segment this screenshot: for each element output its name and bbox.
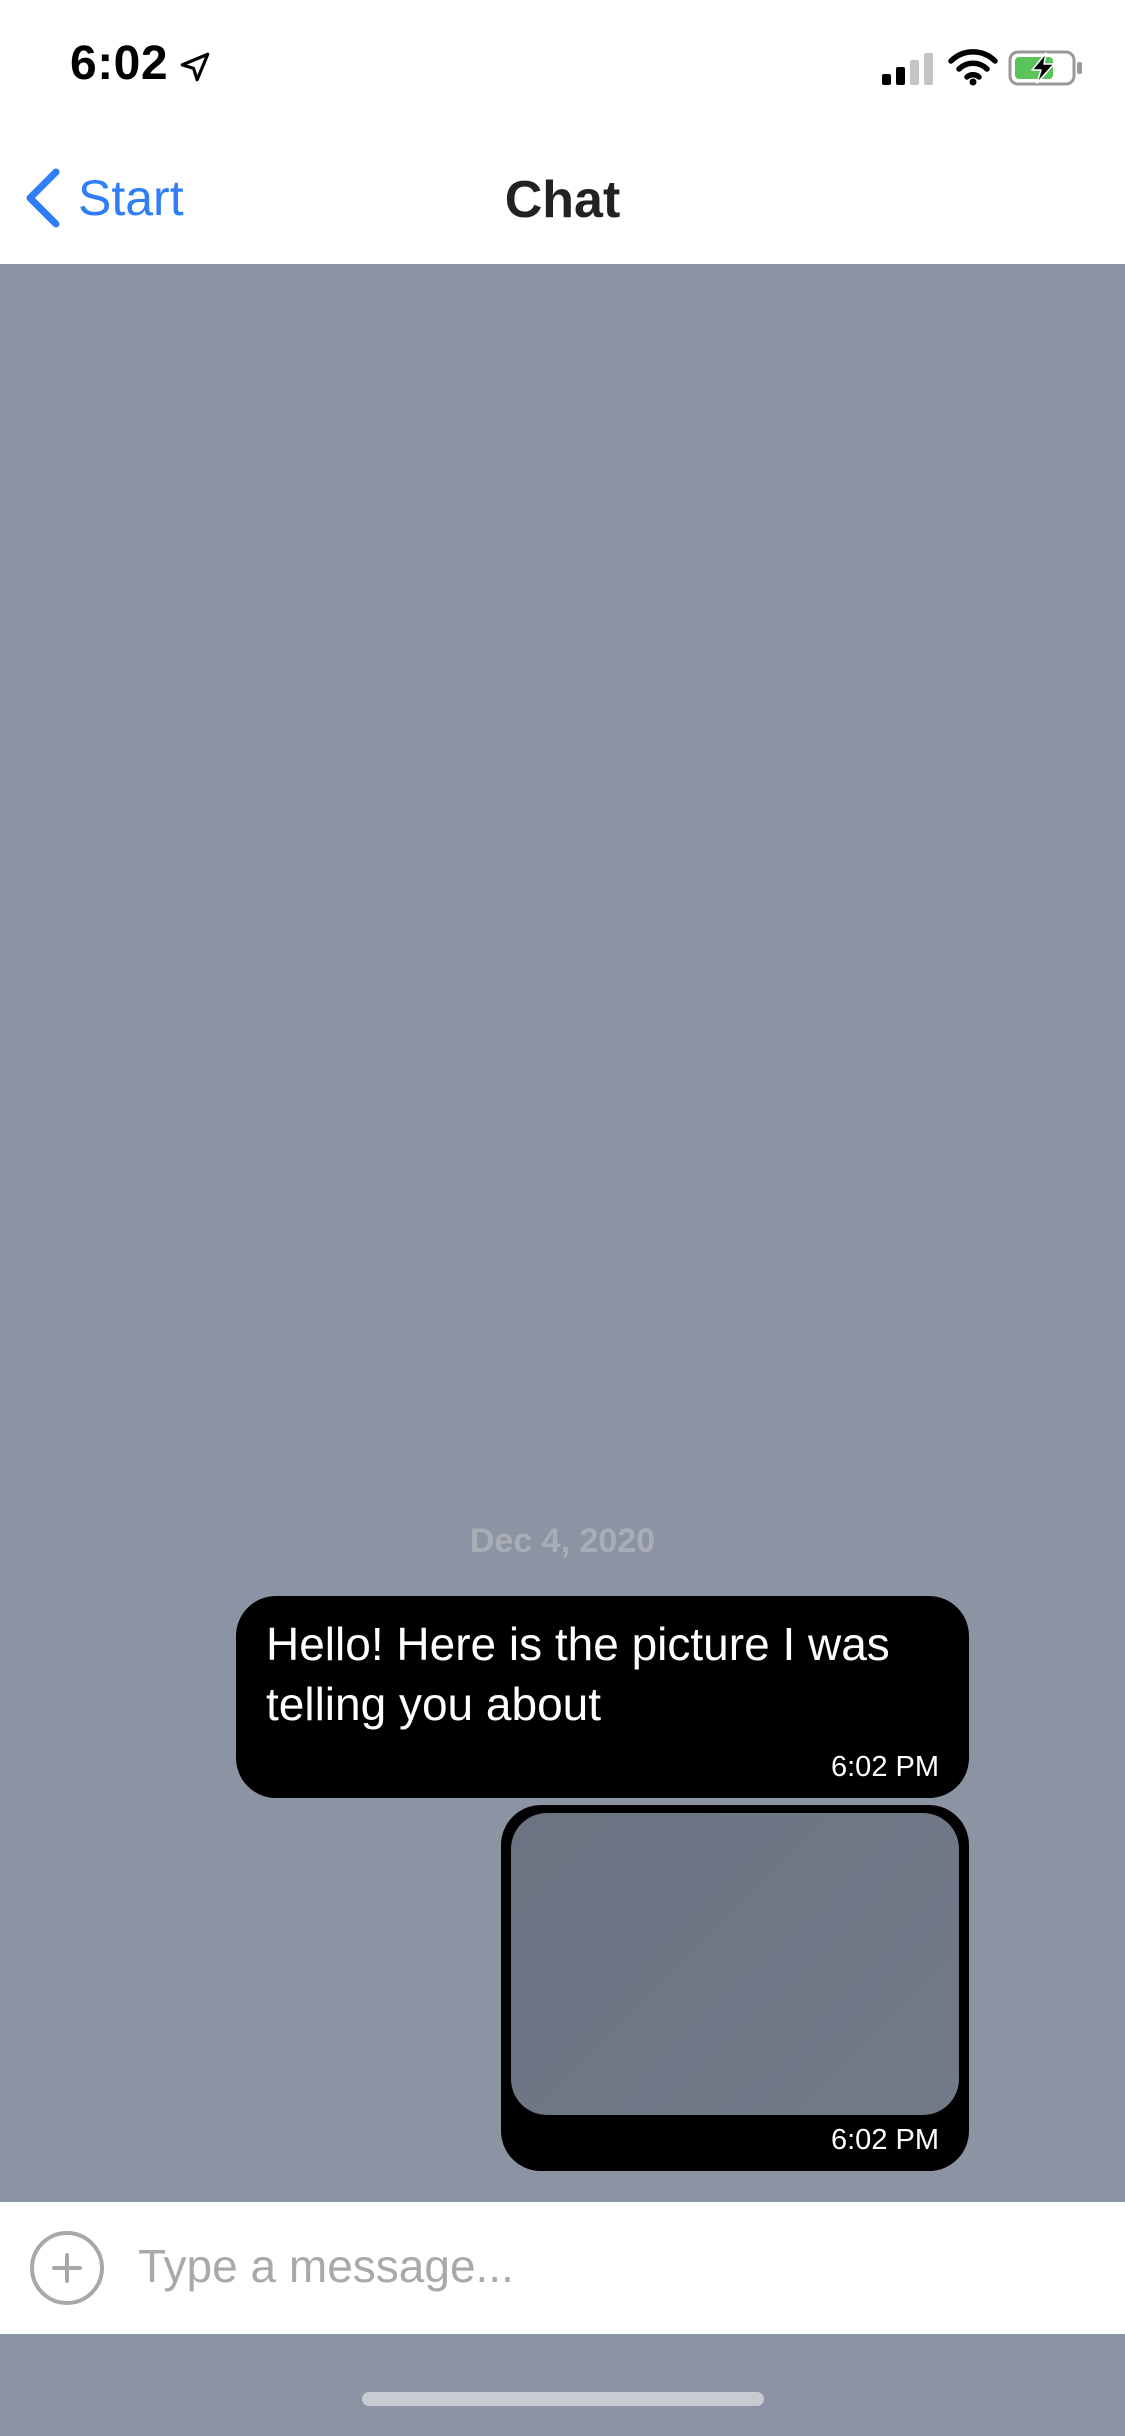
- message-timestamp: 6:02 PM: [831, 2124, 939, 2156]
- cellular-signal-icon: [882, 53, 933, 85]
- date-separator: Dec 4, 2020: [469, 1522, 656, 1560]
- message-composer: [0, 2202, 1125, 2334]
- navigation-bar: Start Chat: [0, 132, 1125, 264]
- battery-charging-icon: [1008, 50, 1082, 86]
- location-arrow-icon: [180, 52, 210, 82]
- message-input[interactable]: [138, 2226, 1098, 2306]
- status-bar: 6:02: [0, 0, 1125, 132]
- wifi-icon: [948, 49, 998, 86]
- outgoing-message-bubble[interactable]: Hello! Here is the picture I was telling…: [236, 1596, 969, 1798]
- page-title: Chat: [504, 171, 621, 229]
- message-text: Hello! Here is the picture I was telling…: [266, 1618, 890, 1730]
- home-indicator[interactable]: [362, 2392, 764, 2406]
- status-time: 6:02: [70, 37, 169, 90]
- add-attachment-plus-icon[interactable]: [28, 2229, 106, 2307]
- message-timestamp: 6:02 PM: [831, 1751, 939, 1783]
- outgoing-image-bubble[interactable]: 6:02 PM: [501, 1805, 969, 2171]
- image-attachment[interactable]: [511, 1813, 959, 2115]
